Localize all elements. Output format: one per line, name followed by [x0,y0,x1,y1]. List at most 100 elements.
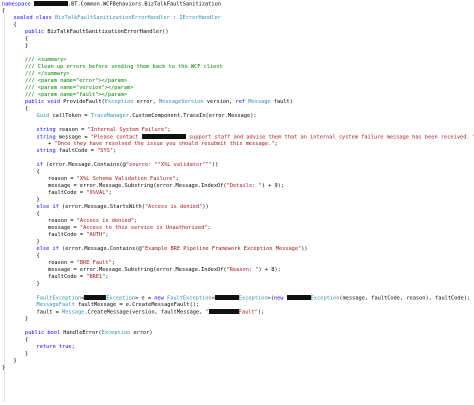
code-token: } [2,365,6,371]
redaction-block [141,134,186,139]
code-line[interactable]: faultCode = "BRE1"; [0,274,474,281]
code-line[interactable]: { [0,22,474,29]
code-line[interactable]: { [0,36,474,43]
code-line[interactable]: } [0,365,474,372]
code-token: faultCode = [48,274,87,280]
code-token: reason = [58,127,88,133]
code-line[interactable]: public void ProvideFault(Exception error… [0,99,474,106]
code-line[interactable]: return true; [0,344,474,351]
code-line[interactable]: if (error.Message.Contains(@"source: ""X… [0,162,474,169]
code-line[interactable]: { [0,337,474,344]
code-token: } [36,281,40,287]
code-token: { [13,22,17,28]
code-line[interactable]: fault = Message.CreateMessage(version, f… [0,309,474,316]
code-line[interactable]: /// <param name="fault"></param> [0,92,474,99]
code-token: ; [105,232,109,238]
code-token: ; [113,148,117,154]
code-line[interactable]: { [0,106,474,113]
code-line[interactable]: namespace .BT.Common.WCFBehaviors.BizTal… [0,1,474,8]
code-token: { [36,211,40,217]
string-token: "X%L Schema Validation Failure" [76,176,176,182]
code-line[interactable]: } [0,316,474,323]
code-line[interactable]: /// Clean up errors before sending them … [0,64,474,71]
code-line[interactable]: Guid callToken = TraceManager.CustomComp… [0,113,474,120]
code-line[interactable]: /// <summary> [0,57,474,64]
code-line[interactable] [0,288,474,295]
string-token: "Once they have resolved the issue you s… [54,141,275,147]
string-token: "Access is denied" [144,204,203,210]
code-area[interactable]: namespace .BT.Common.WCFBehaviors.BizTal… [0,1,474,372]
code-line[interactable] [0,323,474,330]
code-line[interactable]: faultCode = "X%VAL"; [0,190,474,197]
code-token: )) [202,204,209,210]
code-line[interactable]: { [0,211,474,218]
code-line[interactable]: message = "Access to this service is Una… [0,225,474,232]
keyword-token: new [273,295,287,302]
code-line[interactable]: /// <param name="version"></param> [0,85,474,92]
code-line[interactable]: string reason = "Internal System Failure… [0,127,474,134]
code-line[interactable]: } [0,43,474,50]
code-token: ProvideFault( [63,99,105,105]
type-token: Exception [106,295,136,302]
code-editor[interactable]: namespace .BT.Common.WCFBehaviors.BizTal… [0,0,474,405]
string-token: "BRE1" [86,274,106,280]
code-token: } [36,239,40,245]
redaction-block [84,295,107,300]
code-token: BizTalkFaultSanitizationErrorHandler() [47,29,169,35]
string-token: "source: ""X%L validator""" [125,162,212,168]
code-line[interactable]: else if (error.Message.StartsWith("Acces… [0,204,474,211]
code-line[interactable]: else if (error.Message.Contains(@"Exampl… [0,246,474,253]
redaction-block [286,295,311,300]
string-token: "Internal System Failure" [87,127,168,133]
code-line[interactable]: { [0,169,474,176]
keyword-token: if [36,162,47,168]
type-token: Exception [104,99,134,105]
code-line[interactable] [0,155,474,162]
code-line[interactable] [0,120,474,127]
code-token: fault) [270,99,293,105]
code-line[interactable]: + "Once they have resolved the issue you… [0,141,474,148]
code-token: { [25,337,29,343]
code-line[interactable]: string faultCode = "SYS"; [0,148,474,155]
code-token: message = [58,134,91,141]
code-token: (message, faultCode, reason), faultCode)… [339,295,471,302]
code-line[interactable]: { [0,253,474,260]
code-line[interactable] [0,50,474,57]
code-line[interactable]: sealed class BizTalkFaultSanitizationErr… [0,15,474,22]
type-token: IErrorHandler [179,15,221,21]
code-token: : [169,15,180,21]
code-line[interactable]: MessageFault faultMessage = e.CreateMess… [0,302,474,309]
code-line[interactable]: } [0,197,474,204]
code-line[interactable]: /// <param name="error"></param> [0,78,474,85]
code-line[interactable]: } [0,358,474,365]
code-token: { [2,8,6,14]
code-line[interactable]: message = error.Message.Substring(error.… [0,183,474,190]
type-token: MessageVersion [158,99,204,105]
keyword-token: else if [36,204,63,210]
code-line[interactable]: string message = "Please contact support… [0,134,474,141]
comment-token: /// <param name="error"></param> [25,78,128,84]
code-line[interactable]: public bool HandleError(Exception error) [0,330,474,337]
type-token: FaultException [166,295,212,302]
code-token: ; [134,218,138,224]
code-line[interactable]: reason = "X%L Schema Validation Failure"… [0,176,474,183]
code-line[interactable]: } [0,281,474,288]
code-line[interactable]: } [0,239,474,246]
code-line[interactable]: public BizTalkFaultSanitizationErrorHand… [0,29,474,36]
code-line[interactable]: message = error.Message.Substring(error.… [0,267,474,274]
redaction-block [208,309,239,314]
code-token: error) [130,330,153,336]
code-token: ; [207,225,211,231]
code-line[interactable]: faultCode = "AUTH"; [0,232,474,239]
code-line[interactable]: reason = "Access is denied"; [0,218,474,225]
code-token: ; [274,141,278,147]
code-token: faultCode = [58,148,98,154]
code-line[interactable]: FaultException< Exception> e = new FaultE… [0,295,474,302]
code-line[interactable]: { [0,8,474,15]
code-token: message = error.Message.Substring(error.… [48,267,227,273]
code-token: callToken = [49,113,91,119]
keyword-token: namespace [2,1,34,8]
code-line[interactable]: reason = "BRE Fault"; [0,260,474,267]
code-line[interactable]: } [0,351,474,358]
code-line[interactable]: /// </summary> [0,71,474,78]
